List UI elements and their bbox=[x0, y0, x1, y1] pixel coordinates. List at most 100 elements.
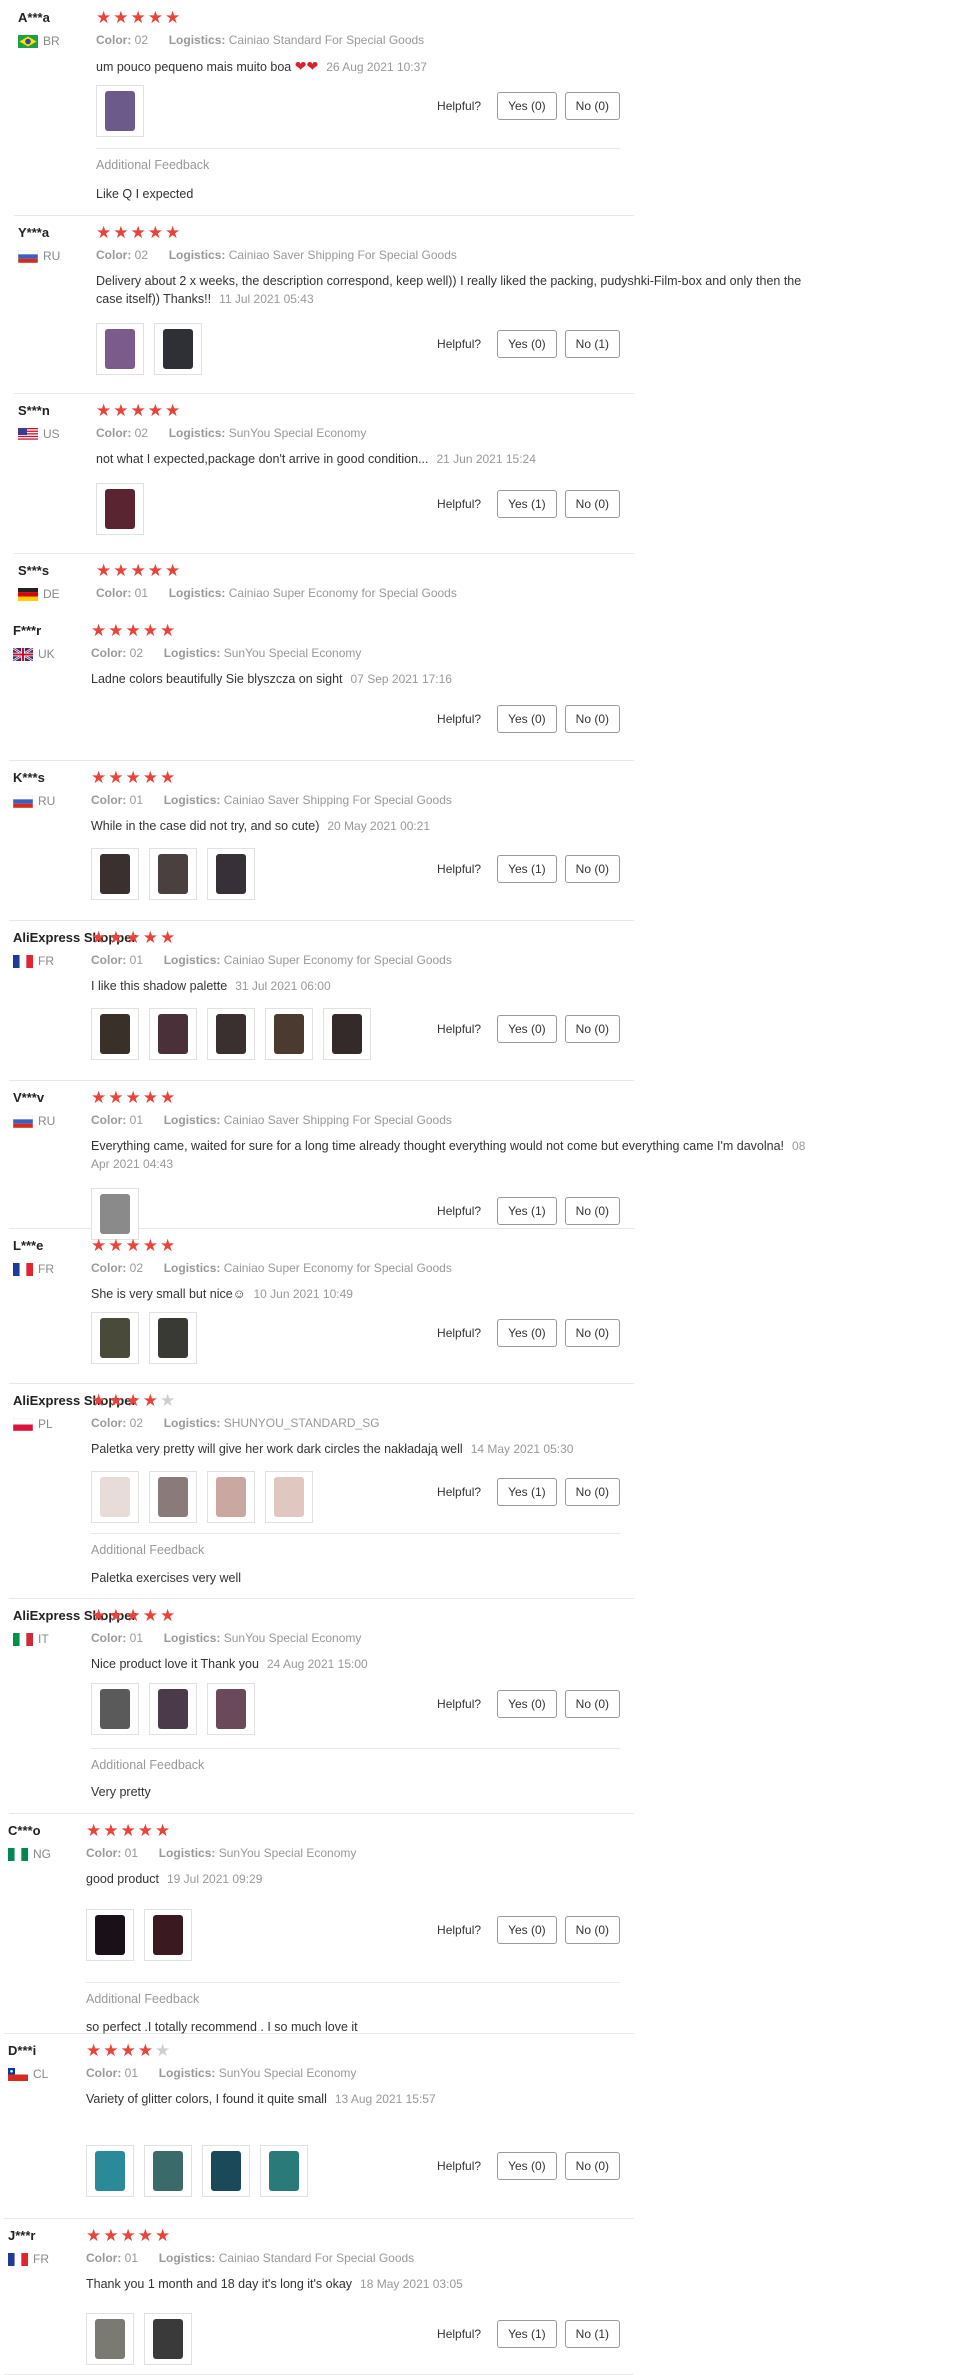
additional-feedback-text: Paletka exercises very well bbox=[91, 1571, 242, 1585]
review-photo-thumbnail[interactable] bbox=[154, 323, 202, 375]
review-photo-thumbnail[interactable] bbox=[265, 1008, 313, 1060]
review-photo-thumbnail[interactable] bbox=[96, 323, 144, 375]
helpful-no-button[interactable]: No (1) bbox=[564, 330, 620, 358]
review-photo-thumbnail[interactable] bbox=[91, 848, 139, 900]
helpful-vote: Helpful? Yes (0) No (0) bbox=[437, 92, 620, 120]
reviewer-name: S***s bbox=[18, 563, 50, 578]
color-value: 01 bbox=[124, 2251, 139, 2265]
helpful-yes-button[interactable]: Yes (0) bbox=[497, 1015, 557, 1043]
color-label: Color: bbox=[96, 248, 132, 262]
review-photo-thumbnail[interactable] bbox=[202, 2145, 250, 2197]
helpful-yes-button[interactable]: Yes (1) bbox=[497, 855, 557, 883]
review-photo-thumbnail[interactable] bbox=[260, 2145, 308, 2197]
helpful-no-button[interactable]: No (0) bbox=[564, 1916, 620, 1944]
helpful-label: Helpful? bbox=[437, 2327, 482, 2341]
review-body: ★★★★★ Color: 02 Logistics: SunYou Specia… bbox=[91, 613, 620, 760]
review-photos bbox=[86, 2145, 308, 2197]
review-photo-thumbnail[interactable] bbox=[144, 2313, 192, 2365]
star-icon: ★ bbox=[91, 1606, 109, 1625]
review-photo-thumbnail[interactable] bbox=[207, 1008, 255, 1060]
helpful-no-button[interactable]: No (0) bbox=[564, 705, 620, 733]
review-photo-thumbnail[interactable] bbox=[91, 1008, 139, 1060]
helpful-no-button[interactable]: No (0) bbox=[564, 2152, 620, 2180]
review-photo-thumbnail[interactable] bbox=[149, 1683, 197, 1735]
review-body: ★★★★★ Color: 01 Logistics: Cainiao Saver… bbox=[91, 760, 620, 920]
review-meta: Color: 01 Logistics: SunYou Special Econ… bbox=[91, 1631, 361, 1645]
review-date: 13 Aug 2021 15:57 bbox=[334, 2092, 436, 2106]
review-content: Thank you 1 month and 18 day it's long i… bbox=[86, 2277, 353, 2291]
color-label: Color: bbox=[91, 1261, 127, 1275]
review-photo-thumbnail[interactable] bbox=[207, 1683, 255, 1735]
helpful-no-button[interactable]: No (0) bbox=[564, 855, 620, 883]
star-icon: ★ bbox=[91, 1088, 109, 1107]
color-label: Color: bbox=[91, 646, 127, 660]
helpful-no-button[interactable]: No (1) bbox=[564, 2320, 620, 2348]
review-photo-thumbnail[interactable] bbox=[86, 1909, 134, 1961]
helpful-yes-button[interactable]: Yes (0) bbox=[497, 1319, 557, 1347]
review-date: 10 Jun 2021 10:49 bbox=[253, 1287, 353, 1301]
review-photo-thumbnail[interactable] bbox=[149, 1008, 197, 1060]
logistics-label: Logistics: bbox=[168, 426, 226, 440]
helpful-no-button[interactable]: No (0) bbox=[564, 1478, 620, 1506]
star-icon: ★ bbox=[142, 1088, 160, 1107]
review-photo-thumbnail[interactable] bbox=[149, 1471, 197, 1523]
review-photo-thumbnail[interactable] bbox=[91, 1683, 139, 1735]
logistics-value: Cainiao Standard For Special Goods bbox=[228, 33, 425, 47]
review-text: Everything came, waited for sure for a l… bbox=[91, 1137, 811, 1173]
country-code: FR bbox=[38, 954, 54, 968]
helpful-no-button[interactable]: No (0) bbox=[564, 92, 620, 120]
star-icon: ★ bbox=[113, 401, 131, 420]
review-photo-thumbnail[interactable] bbox=[144, 2145, 192, 2197]
helpful-yes-button[interactable]: Yes (0) bbox=[497, 2152, 557, 2180]
additional-feedback-label: Additional Feedback bbox=[91, 1758, 205, 1772]
helpful-label: Helpful? bbox=[437, 1204, 482, 1218]
review-photo-thumbnail[interactable] bbox=[265, 1471, 313, 1523]
review-photo-thumbnail[interactable] bbox=[96, 483, 144, 535]
review-photo-thumbnail[interactable] bbox=[144, 1909, 192, 1961]
star-rating: ★★★★★ bbox=[91, 928, 177, 948]
additional-feedback-text: Very pretty bbox=[91, 1785, 151, 1799]
star-icon: ★ bbox=[165, 561, 183, 580]
country-code: RU bbox=[38, 794, 56, 808]
helpful-yes-button[interactable]: Yes (0) bbox=[497, 1690, 557, 1718]
country-code: RU bbox=[38, 1114, 56, 1128]
review-photo-thumbnail[interactable] bbox=[323, 1008, 371, 1060]
review-photo-thumbnail[interactable] bbox=[207, 848, 255, 900]
review-content: not what I expected,package don't arrive… bbox=[96, 452, 429, 466]
helpful-label: Helpful? bbox=[437, 2159, 482, 2173]
helpful-no-button[interactable]: No (0) bbox=[564, 1690, 620, 1718]
helpful-yes-button[interactable]: Yes (0) bbox=[497, 330, 557, 358]
review-text: Nice product love it Thank you 24 Aug 202… bbox=[91, 1655, 811, 1673]
reviewer-name: Y***a bbox=[18, 225, 50, 240]
review-photo-thumbnail[interactable] bbox=[86, 2145, 134, 2197]
review-photo-thumbnail[interactable] bbox=[96, 85, 144, 137]
helpful-yes-button[interactable]: Yes (0) bbox=[497, 705, 557, 733]
logistics-value: SunYou Special Economy bbox=[223, 646, 362, 660]
review-photo-thumbnail[interactable] bbox=[86, 2313, 134, 2365]
review-date: 24 Aug 2021 15:00 bbox=[266, 1657, 368, 1671]
logistics-value: Cainiao Super Economy for Special Goods bbox=[223, 1261, 452, 1275]
color-value: 01 bbox=[129, 1113, 144, 1127]
helpful-yes-button[interactable]: Yes (0) bbox=[497, 1916, 557, 1944]
review-photo-thumbnail[interactable] bbox=[207, 1471, 255, 1523]
helpful-no-button[interactable]: No (0) bbox=[564, 490, 620, 518]
review-photo-thumbnail[interactable] bbox=[149, 848, 197, 900]
helpful-no-button[interactable]: No (0) bbox=[564, 1197, 620, 1225]
helpful-yes-button[interactable]: Yes (0) bbox=[497, 92, 557, 120]
helpful-no-button[interactable]: No (0) bbox=[564, 1319, 620, 1347]
review-photo-thumbnail[interactable] bbox=[91, 1471, 139, 1523]
logistics-label: Logistics: bbox=[163, 1416, 221, 1430]
review-photo-thumbnail[interactable] bbox=[91, 1312, 139, 1364]
helpful-no-button[interactable]: No (0) bbox=[564, 1015, 620, 1043]
helpful-yes-button[interactable]: Yes (1) bbox=[497, 2320, 557, 2348]
helpful-yes-button[interactable]: Yes (1) bbox=[497, 490, 557, 518]
review-date: 20 May 2021 00:21 bbox=[327, 819, 431, 833]
color-label: Color: bbox=[91, 1113, 127, 1127]
star-icon: ★ bbox=[113, 223, 131, 242]
review-photo-thumbnail[interactable] bbox=[149, 1312, 197, 1364]
helpful-yes-button[interactable]: Yes (1) bbox=[497, 1197, 557, 1225]
logistics-label: Logistics: bbox=[163, 1261, 221, 1275]
star-icon: ★ bbox=[86, 2041, 104, 2060]
helpful-yes-button[interactable]: Yes (1) bbox=[497, 1478, 557, 1506]
country-flag-icon bbox=[18, 34, 38, 48]
